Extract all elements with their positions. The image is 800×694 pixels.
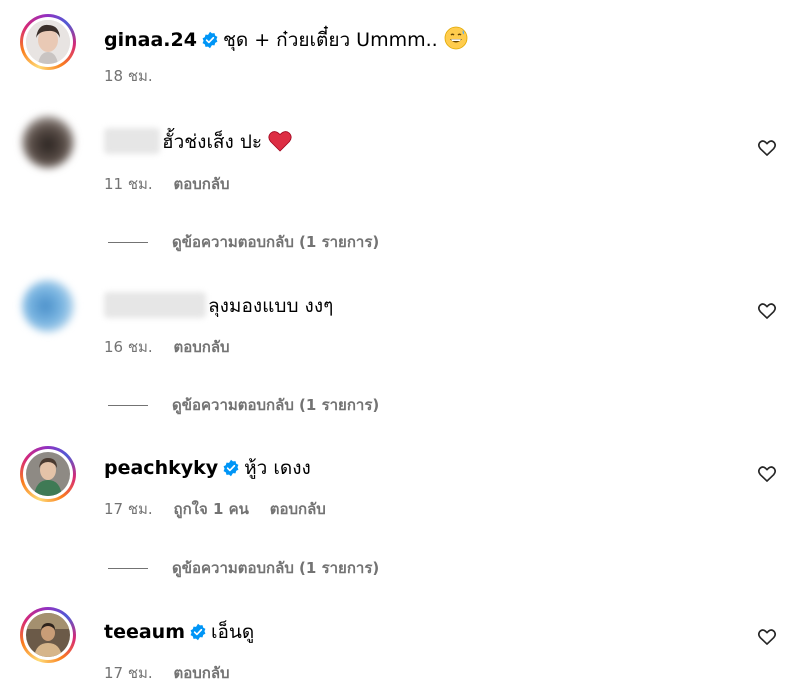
view-replies-label: ดูข้อความตอบกลับ (1 รายการ)	[172, 559, 380, 577]
post-time: 18 ชม.	[104, 67, 153, 85]
grinning-sweat-emoji	[444, 26, 468, 50]
comment-meta: 11 ชม. ตอบกลับ	[104, 172, 246, 196]
reply-button[interactable]: ตอบกลับ	[270, 500, 326, 518]
replies-divider	[108, 568, 148, 569]
comment-username[interactable]: teeaum	[104, 621, 185, 643]
reply-button[interactable]: ตอบกลับ	[173, 175, 229, 193]
verified-badge-icon	[202, 31, 218, 49]
blurred-username[interactable]	[104, 128, 160, 154]
red-heart-emoji	[268, 131, 292, 152]
comment-line: ฮั้วช่งเส็ง ปะ	[104, 128, 292, 154]
caption-line: ginaa.24 ชุด + ก๋วยเตี๋ยว Ummm..	[104, 26, 468, 52]
likes-count-button[interactable]: ถูกใจ 1 คน	[173, 500, 248, 518]
post-caption-text: ชุด + ก๋วยเตี๋ยว Ummm..	[222, 29, 438, 51]
reply-button[interactable]: ตอบกลับ	[173, 664, 229, 682]
like-heart-icon[interactable]	[757, 464, 777, 484]
comment-meta: 16 ชม. ตอบกลับ	[104, 335, 246, 359]
replies-divider	[108, 242, 148, 243]
reply-button[interactable]: ตอบกลับ	[173, 338, 229, 356]
like-heart-icon[interactable]	[757, 138, 777, 158]
comment-text: เอ็นดู	[211, 621, 255, 643]
view-replies-button[interactable]: ดูข้อความตอบกลับ (1 รายการ)	[108, 230, 379, 254]
view-replies-button[interactable]: ดูข้อความตอบกลับ (1 รายการ)	[108, 556, 379, 580]
comment-time: 16 ชม.	[104, 338, 153, 356]
comment-line: ลุงมองแบบ งงๆ	[104, 292, 333, 318]
post-author-avatar[interactable]	[20, 14, 76, 70]
comment-time: 17 ชม.	[104, 500, 153, 518]
comment-username[interactable]: peachkyky	[104, 457, 218, 479]
comment-avatar[interactable]	[20, 446, 76, 502]
comment-time: 17 ชม.	[104, 664, 153, 682]
verified-badge-icon	[190, 623, 206, 641]
blurred-username[interactable]	[104, 292, 206, 318]
post-username[interactable]: ginaa.24	[104, 29, 197, 51]
comment-line: peachkyky หู้ว เดงง	[104, 456, 311, 480]
comment-avatar[interactable]	[20, 607, 76, 663]
comment-text: ฮั้วช่งเส็ง ปะ	[162, 131, 263, 153]
comment-avatar[interactable]	[22, 116, 74, 168]
replies-divider	[108, 405, 148, 406]
post-meta: 18 ชม.	[104, 64, 169, 88]
comment-meta: 17 ชม. ถูกใจ 1 คน ตอบกลับ	[104, 497, 342, 521]
comment-line: teeaum เอ็นดู	[104, 620, 254, 644]
verified-badge-icon	[223, 459, 239, 477]
view-replies-label: ดูข้อความตอบกลับ (1 รายการ)	[172, 233, 380, 251]
comment-meta: 17 ชม. ตอบกลับ	[104, 661, 246, 685]
view-replies-button[interactable]: ดูข้อความตอบกลับ (1 รายการ)	[108, 393, 379, 417]
view-replies-label: ดูข้อความตอบกลับ (1 รายการ)	[172, 396, 380, 414]
comment-avatar[interactable]	[22, 280, 74, 332]
comment-time: 11 ชม.	[104, 175, 153, 193]
comment-text: ลุงมองแบบ งงๆ	[208, 295, 334, 317]
comment-text: หู้ว เดงง	[244, 457, 311, 479]
like-heart-icon[interactable]	[757, 301, 777, 321]
like-heart-icon[interactable]	[757, 627, 777, 647]
